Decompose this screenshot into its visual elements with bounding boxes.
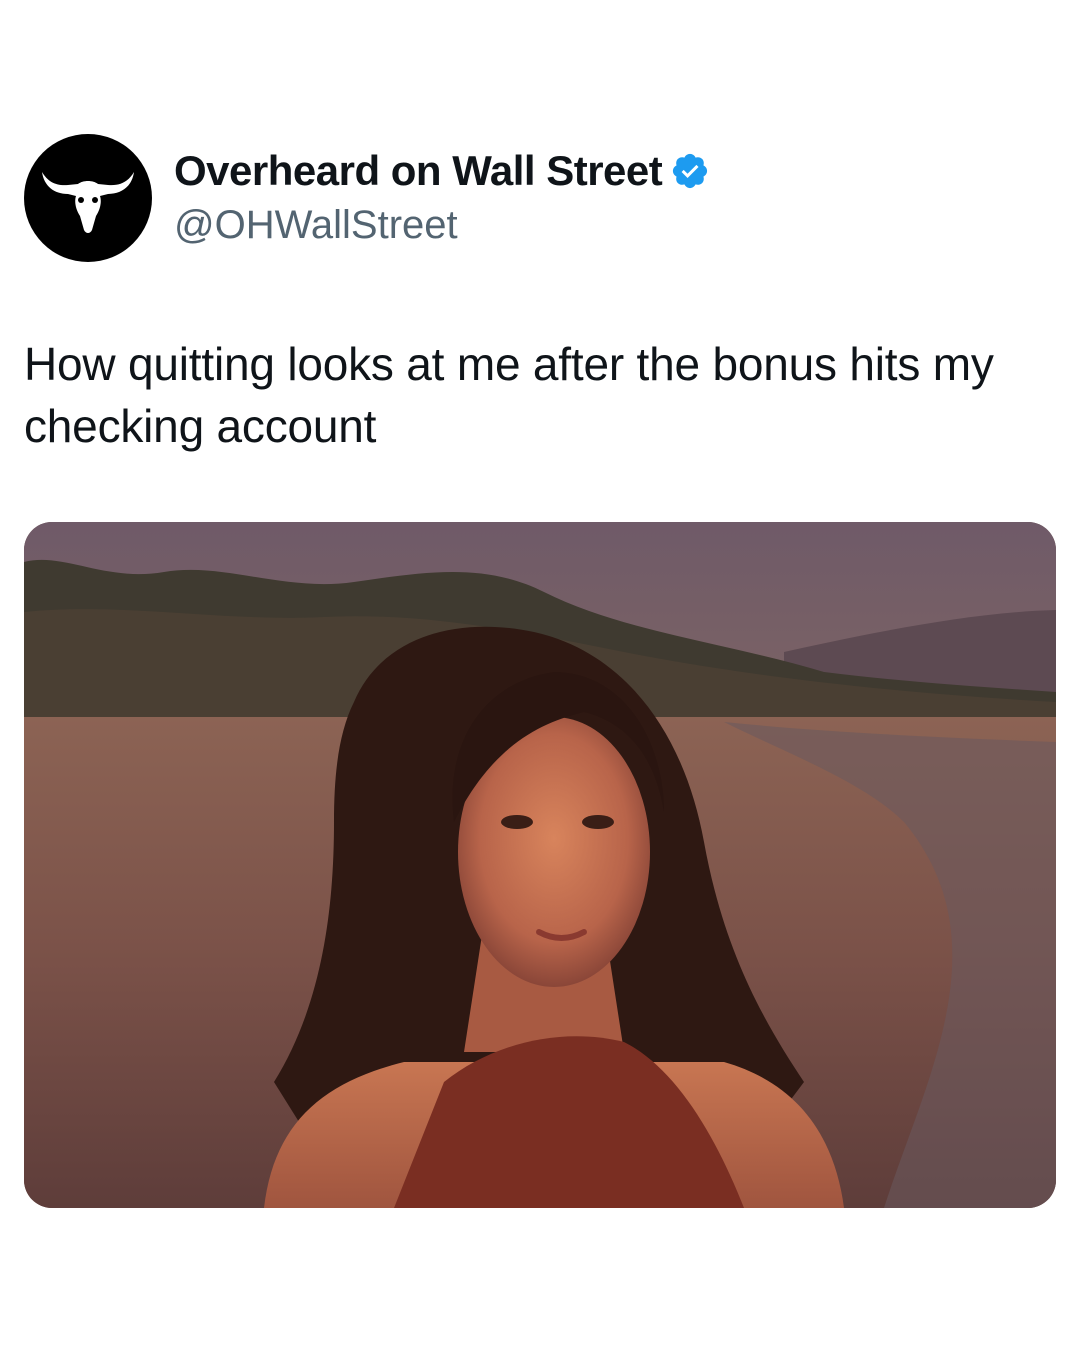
- tweet-header: Overheard on Wall Street @OHWallStreet: [24, 134, 710, 262]
- handle[interactable]: @OHWallStreet: [174, 199, 710, 251]
- avatar[interactable]: [24, 134, 152, 262]
- display-name[interactable]: Overheard on Wall Street: [174, 145, 663, 197]
- display-name-row: Overheard on Wall Street: [174, 145, 710, 197]
- tweet-text: How quitting looks at me after the bonus…: [24, 338, 994, 452]
- bull-head-icon: [42, 172, 134, 233]
- tweet-photo[interactable]: [24, 522, 1056, 1208]
- verified-badge-icon: [670, 151, 710, 191]
- account-names: Overheard on Wall Street @OHWallStreet: [174, 145, 710, 251]
